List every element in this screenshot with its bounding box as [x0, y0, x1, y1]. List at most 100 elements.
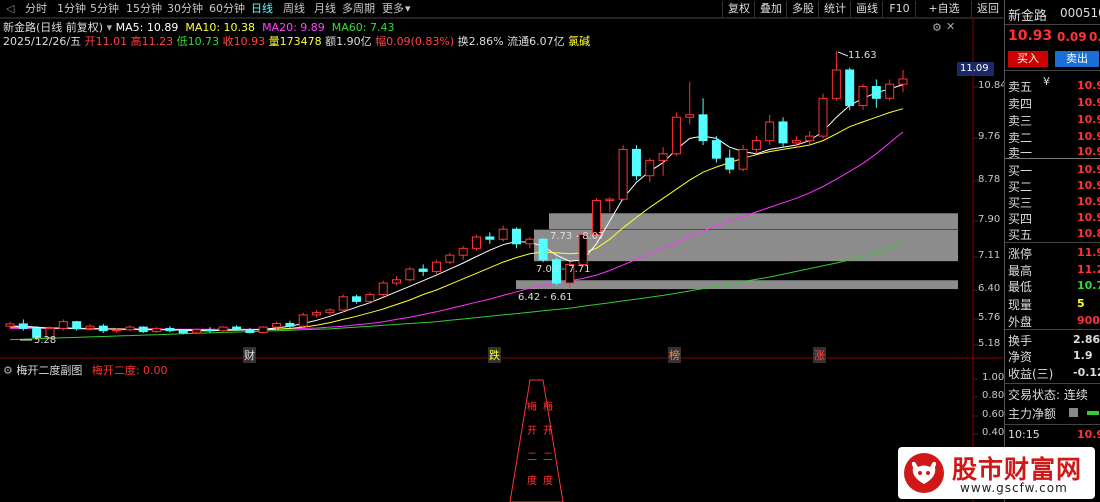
max-price-label: 11.63 — [848, 50, 877, 61]
order-book-price[interactable]: 10.9 — [1077, 145, 1100, 158]
candle[interactable] — [298, 312, 308, 328]
watermark-url: www.gscfw.com — [960, 481, 1068, 495]
candle[interactable] — [418, 264, 428, 277]
trade-status: 交易状态: 连续 — [1008, 388, 1088, 402]
candle[interactable] — [312, 310, 322, 318]
sub-panel-title[interactable]: 梅开二度副图 — [16, 364, 82, 377]
candle[interactable] — [898, 70, 908, 93]
candle[interactable] — [378, 280, 388, 297]
candle[interactable] — [205, 327, 215, 333]
candle[interactable] — [498, 225, 508, 242]
order-book-price[interactable]: 10.9 — [1077, 179, 1100, 192]
candle[interactable] — [818, 93, 828, 139]
order-book-label: 卖五 — [1008, 80, 1033, 94]
order-book-price[interactable]: 10.9 — [1077, 113, 1100, 126]
candle[interactable] — [432, 259, 442, 274]
net-flow-toggle-icon[interactable] — [1069, 408, 1078, 417]
price-tick-label: 7.11 — [978, 250, 1001, 261]
candle[interactable] — [778, 117, 788, 148]
candle[interactable] — [538, 238, 548, 263]
marker-ranking[interactable]: 榜 — [668, 347, 681, 363]
sub-panel-settings-icon[interactable]: ⚙ — [3, 364, 16, 377]
order-book-label: 买三 — [1008, 196, 1033, 210]
zone-label-2: 7.02 - 7.71 — [536, 264, 591, 275]
candle[interactable] — [285, 320, 295, 329]
order-book-price[interactable]: 10.9 — [1077, 96, 1100, 109]
candle[interactable] — [765, 114, 775, 146]
candle[interactable] — [658, 147, 668, 176]
marker-drop[interactable]: 跌 — [488, 347, 501, 363]
candle[interactable] — [98, 323, 108, 333]
candle[interactable] — [631, 145, 641, 181]
buy-button[interactable]: 买入 — [1008, 51, 1048, 67]
candle[interactable] — [618, 145, 628, 201]
candle[interactable] — [18, 319, 28, 331]
stat-value: -0.12 — [1073, 366, 1100, 379]
candle[interactable] — [165, 326, 175, 333]
candle[interactable] — [325, 308, 335, 315]
stat-value: 2.86 — [1073, 333, 1100, 346]
support-zone-3 — [516, 280, 958, 290]
order-book-price[interactable]: 10.9 — [1077, 211, 1100, 224]
candle[interactable] — [258, 326, 268, 334]
candle[interactable] — [471, 234, 481, 251]
candle[interactable] — [458, 246, 468, 260]
stat-value: 5 — [1077, 297, 1085, 310]
order-book-price[interactable]: 10.8 — [1077, 227, 1100, 240]
candle[interactable] — [605, 197, 615, 212]
indicator-glyph: 开 — [527, 426, 537, 437]
order-book-price[interactable]: 10.9 — [1077, 79, 1100, 92]
candle[interactable] — [511, 227, 521, 249]
candle[interactable] — [485, 232, 495, 244]
candle[interactable] — [885, 79, 895, 101]
candle[interactable] — [805, 131, 815, 146]
sub-panel-header: ⚙ 梅开二度副图 梅开二度: 0.00 — [3, 362, 168, 378]
candle[interactable] — [85, 323, 95, 331]
price-tick-label: 10.84 — [978, 80, 1007, 91]
candle[interactable] — [192, 328, 202, 335]
candle[interactable] — [218, 326, 228, 332]
candle[interactable] — [751, 136, 761, 154]
candle[interactable] — [352, 294, 362, 304]
candle[interactable] — [445, 252, 455, 265]
divider — [1005, 329, 1100, 330]
candle[interactable] — [671, 112, 681, 156]
stat-label: 收益(三) — [1008, 367, 1054, 381]
max-pointer — [837, 51, 849, 57]
candle[interactable] — [232, 325, 242, 331]
candle[interactable] — [245, 327, 255, 334]
stat-label: 净资 — [1008, 350, 1033, 364]
candle[interactable] — [152, 327, 162, 333]
order-book-divider — [1005, 158, 1100, 159]
stat-value: 11.9 — [1077, 246, 1100, 259]
marker-finance[interactable]: 财 — [243, 347, 256, 363]
order-book-price[interactable]: 10.9 — [1077, 195, 1100, 208]
candle[interactable] — [138, 326, 148, 333]
sub-tick-label: 0.80 — [982, 390, 1005, 401]
candle[interactable] — [845, 67, 855, 111]
order-book-label: 买五 — [1008, 228, 1033, 242]
price-tick-label: 9.76 — [978, 131, 1001, 142]
candle[interactable] — [645, 158, 655, 183]
candle[interactable] — [831, 51, 841, 101]
candle[interactable] — [685, 81, 695, 125]
candle[interactable] — [392, 276, 402, 286]
candle[interactable] — [525, 236, 535, 249]
candle[interactable] — [405, 266, 415, 282]
candle[interactable] — [858, 84, 868, 111]
candle[interactable] — [725, 149, 735, 174]
candle[interactable] — [871, 79, 881, 108]
sell-button[interactable]: 卖出 — [1055, 51, 1099, 67]
candle[interactable] — [698, 98, 708, 146]
last-price: 10.93 — [1008, 28, 1053, 44]
marker-rise[interactable]: 涨 — [813, 347, 826, 363]
candle[interactable] — [125, 325, 135, 332]
candle[interactable] — [738, 145, 748, 172]
zone-label-3: 6.42 - 6.61 — [518, 292, 573, 303]
stat-value: 10.7 — [1077, 279, 1100, 292]
price-flag: 11.09 — [957, 62, 994, 76]
candle[interactable] — [338, 294, 348, 313]
order-book-price[interactable]: 10.9 — [1077, 130, 1100, 143]
support-zone-1 — [549, 213, 958, 230]
order-book-price[interactable]: 10.9 — [1077, 163, 1100, 176]
